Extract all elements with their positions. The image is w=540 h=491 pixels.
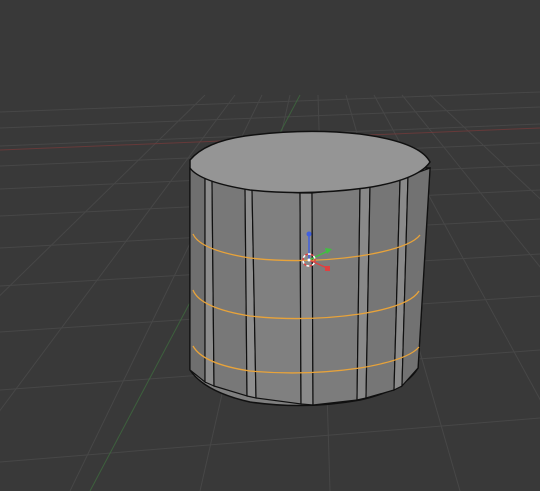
gizmo-z-handle[interactable] [306,231,312,237]
3d-viewport[interactable] [0,0,540,491]
cursor-center [307,258,311,262]
side-faces [189,167,431,406]
cylinder-mesh[interactable] [189,130,431,407]
viewport-canvas[interactable] [0,0,540,491]
gizmo-x-handle[interactable] [325,266,330,271]
